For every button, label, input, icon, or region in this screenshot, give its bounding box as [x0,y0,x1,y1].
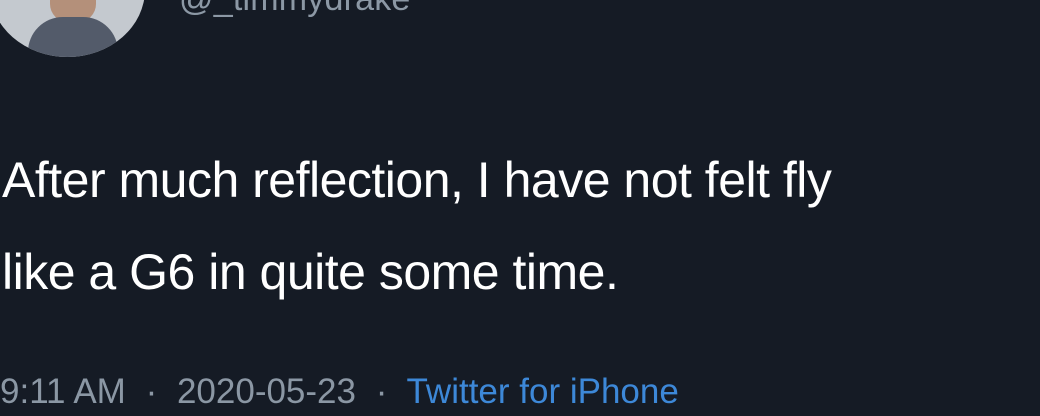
user-handle[interactable]: @_timmydrake [179,0,411,16]
separator-dot: · [145,372,158,411]
tweet-time[interactable]: 9:11 AM [0,372,126,411]
tweet-text: After much reflection, I have not felt f… [2,134,1040,318]
avatar[interactable] [0,0,145,57]
tweet-source-link[interactable]: Twitter for iPhone [406,372,678,411]
avatar-shadow [0,0,145,57]
tweet-text-line-2: like a G6 in quite some time. [2,244,619,300]
tweet-text-line-1: After much reflection, I have not felt f… [2,152,832,208]
tweet-meta: 9:11 AM · 2020-05-23 · Twitter for iPhon… [0,374,679,409]
separator-dot: · [375,372,388,411]
tweet-card: @_timmydrake After much reflection, I ha… [0,0,1040,416]
tweet-date[interactable]: 2020-05-23 [177,372,356,411]
